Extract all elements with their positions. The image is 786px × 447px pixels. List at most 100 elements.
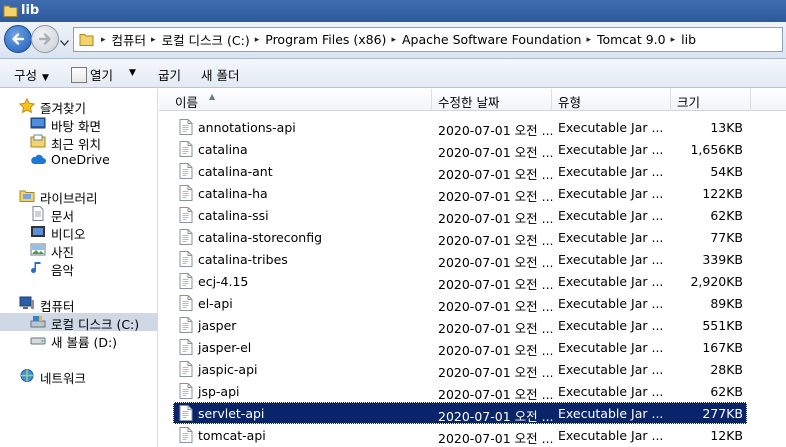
breadcrumb-local-disk[interactable]: 로컬 디스크 (C:) [160,30,252,49]
file-date: 2020-07-01 오전 ... [438,365,554,380]
file-size: 62KB [710,208,743,223]
music-icon [30,260,46,275]
nav-videos[interactable]: 비디오 [0,223,157,242]
open-with-dropdown[interactable]: ▼ [129,68,136,78]
address-bar[interactable]: ▸ 컴퓨터 ▸ 로컬 디스크 (C:) ▸ Program Files (x86… [73,27,783,52]
chevron-right-icon[interactable]: ▸ [388,35,400,45]
file-row[interactable]: catalina-ssi 2020-07-01 오전 ... Executable … [173,204,747,226]
file-date: 2020-07-01 오전 ... [438,387,554,402]
nav-music[interactable]: 음악 [0,259,157,278]
drive-icon [30,314,46,329]
jar-file-icon [179,427,193,443]
file-name: catalina-storeconfig [198,230,322,245]
jar-file-icon [179,339,193,355]
file-size: 54KB [710,164,743,179]
recent-pages-dropdown[interactable] [60,35,69,49]
title-bar[interactable]: lib [0,0,786,22]
chevron-down-icon: ▼ [129,68,136,78]
chevron-down-icon: ▼ [42,73,49,83]
forward-button[interactable] [31,25,59,53]
file-type: Executable Jar ... [558,428,664,443]
nav-libraries[interactable]: 라이브러리 [0,187,157,206]
navigation-pane: 즐겨찾기 바탕 화면 최근 위치 OneDrive 라이브러리 문서 비디오 사… [0,89,158,447]
file-type: Executable Jar ... [558,252,664,267]
file-date: 2020-07-01 오전 ... [438,299,554,314]
new-folder-button[interactable]: 새 폴더 [201,65,239,84]
nav-onedrive[interactable]: OneDrive [0,151,157,169]
open-label: 열기 [90,68,114,83]
star-icon [18,97,36,114]
file-size: 2,920KB [690,274,743,289]
file-size: 28KB [710,362,743,377]
nav-documents[interactable]: 문서 [0,205,157,224]
nav-new-volume[interactable]: 새 볼륨 (D:) [0,331,157,350]
organize-button[interactable]: 구성 ▼ [14,65,49,84]
file-row[interactable]: ecj-4.15 2020-07-01 오전 ... Executable Jar … [173,270,747,292]
file-row[interactable]: annotations-api 2020-07-01 오전 ... Executab… [173,116,747,138]
file-row[interactable]: catalina-ant 2020-07-01 오전 ... Executable … [173,160,747,182]
file-row[interactable]: servlet-api 2020-07-01 오전 ... Executable J… [173,402,747,424]
nav-desktop[interactable]: 바탕 화면 [0,115,157,134]
file-row[interactable]: jasper-el 2020-07-01 오전 ... Executable Jar… [173,336,747,358]
file-row[interactable]: catalina 2020-07-01 오전 ... Executable Jar … [173,138,747,160]
breadcrumb-computer[interactable]: 컴퓨터 [110,30,149,49]
file-row[interactable]: jasper 2020-07-01 오전 ... Executable Jar ..… [173,314,747,336]
file-row[interactable]: catalina-storeconfig 2020-07-01 오전 ... Exe… [173,226,747,248]
file-date: 2020-07-01 오전 ... [438,211,554,226]
breadcrumb-tomcat[interactable]: Tomcat 9.0 [595,32,668,47]
drive-icon [30,332,46,347]
nav-computer[interactable]: 컴퓨터 [0,295,157,314]
jar-file-icon [179,119,193,135]
file-date: 2020-07-01 오전 ... [438,321,554,336]
file-row[interactable]: catalina-ha 2020-07-01 오전 ... Executable J… [173,182,747,204]
jar-file-icon [179,273,193,289]
file-type: Executable Jar ... [558,120,664,135]
file-type: Executable Jar ... [558,164,664,179]
jar-file-icon [179,361,193,377]
jar-file-icon [179,383,193,399]
file-name: annotations-api [198,120,296,135]
file-type: Executable Jar ... [558,362,664,377]
chevron-right-icon[interactable]: ▸ [148,35,160,45]
chevron-right-icon[interactable]: ▸ [668,35,680,45]
nav-recent[interactable]: 최근 위치 [0,133,157,152]
breadcrumb-program-files[interactable]: Program Files (x86) [263,32,388,47]
column-header-size[interactable]: 크기 [671,89,751,111]
chevron-right-icon[interactable]: ▸ [98,35,110,45]
burn-button[interactable]: 굽기 [158,65,181,84]
file-type: Executable Jar ... [558,384,664,399]
file-date: 2020-07-01 오전 ... [438,145,554,160]
desktop-icon [30,116,46,131]
arrow-right-icon [38,33,51,45]
nav-favorites[interactable]: 즐겨찾기 [0,97,157,116]
file-row[interactable]: tomcat-api 2020-07-01 오전 ... Executable Ja… [173,424,747,446]
nav-local-disk[interactable]: 로컬 디스크 (C:) [0,313,157,332]
video-icon [30,224,46,239]
open-button[interactable]: 열기 [71,65,113,84]
file-row[interactable]: catalina-tribes 2020-07-01 오전 ... Executab… [173,248,747,270]
address-row: ▸ 컴퓨터 ▸ 로컬 디스크 (C:) ▸ Program Files (x86… [0,22,786,59]
chevron-down-icon [60,40,69,46]
nav-pictures[interactable]: 사진 [0,241,157,260]
file-row[interactable]: jaspic-api 2020-07-01 오전 ... Executable Ja… [173,358,747,380]
file-name: catalina-ssi [198,208,269,223]
column-header-date[interactable]: 수정한 날짜 [432,89,552,111]
nav-network[interactable]: 네트워크 [0,367,157,386]
picture-icon [30,242,46,257]
folder-icon [3,3,18,21]
file-type: Executable Jar ... [558,296,664,311]
chevron-right-icon[interactable]: ▸ [252,35,264,45]
file-date: 2020-07-01 오전 ... [438,167,554,182]
network-icon [19,368,35,383]
breadcrumb-lib[interactable]: lib [679,32,698,47]
chevron-right-icon[interactable]: ▸ [583,35,595,45]
back-button[interactable] [4,25,32,53]
file-row[interactable]: el-api 2020-07-01 오전 ... Executable Jar ..… [173,292,747,314]
file-row[interactable]: jsp-api 2020-07-01 오전 ... Executable Jar .… [173,380,747,402]
file-size: 89KB [710,296,743,311]
column-header-name[interactable]: 이름 ▲ [169,89,432,111]
file-date: 2020-07-01 오전 ... [438,255,554,270]
breadcrumb-apache[interactable]: Apache Software Foundation [400,32,583,47]
column-header-type[interactable]: 유형 [552,89,671,111]
nav-label: 새 볼륨 (D:) [51,335,118,350]
